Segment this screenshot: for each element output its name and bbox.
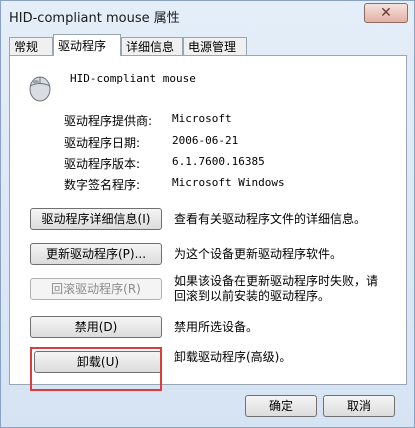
tab-details[interactable]: 详细信息 <box>121 37 183 55</box>
uninstall-highlight-box <box>30 347 162 391</box>
provider-label: 驱动程序提供商: <box>64 114 153 128</box>
tab-general[interactable]: 常规 <box>9 37 53 55</box>
signer-label: 数字签名程序: <box>64 178 141 192</box>
date-value: 2006-06-21 <box>172 134 239 147</box>
ok-button[interactable]: 确定 <box>245 395 317 417</box>
tab-power-management[interactable]: 电源管理 <box>183 37 247 55</box>
window-title: HID-compliant mouse 属性 <box>9 11 180 26</box>
signer-value: Microsoft Windows <box>172 176 285 189</box>
update-driver-button[interactable]: 更新驱动程序(P)... <box>30 243 162 265</box>
close-button[interactable]: ✕ <box>364 3 408 23</box>
tab-driver[interactable]: 驱动程序 <box>53 34 121 56</box>
rollback-description-line2: 回滚到以前安装的驱动程序。 <box>174 289 331 303</box>
close-icon[interactable]: ✕ <box>380 5 392 21</box>
update-driver-description: 为这个设备更新驱动程序软件。 <box>174 247 343 261</box>
date-label: 驱动程序日期: <box>64 136 141 150</box>
provider-value: Microsoft <box>172 112 232 125</box>
disable-button[interactable]: 禁用(D) <box>30 316 162 338</box>
properties-dialog: HID-compliant mouse 属性 ✕ 常规 驱动程序 详细信息 电源… <box>0 0 415 428</box>
rollback-description-line1: 如果该设备在更新驱动程序时失败，请 <box>174 274 379 288</box>
device-name: HID-compliant mouse <box>70 72 196 85</box>
mouse-icon <box>29 76 51 102</box>
version-value: 6.1.7600.16385 <box>172 155 265 168</box>
driver-details-button[interactable]: 驱动程序详细信息(I) <box>30 208 162 230</box>
rollback-driver-description: 如果该设备在更新驱动程序时失败，请 回滚到以前安装的驱动程序。 <box>174 274 378 304</box>
version-label: 驱动程序版本: <box>64 157 141 171</box>
uninstall-description: 卸载驱动程序(高级)。 <box>174 350 292 364</box>
rollback-driver-button[interactable]: 回滚驱动程序(R) <box>30 278 162 300</box>
driver-panel: HID-compliant mouse 驱动程序提供商: Microsoft 驱… <box>9 55 407 385</box>
driver-details-description: 查看有关驱动程序文件的详细信息。 <box>174 212 367 226</box>
disable-description: 禁用所选设备。 <box>174 320 259 334</box>
cancel-button[interactable]: 取消 <box>323 395 395 417</box>
